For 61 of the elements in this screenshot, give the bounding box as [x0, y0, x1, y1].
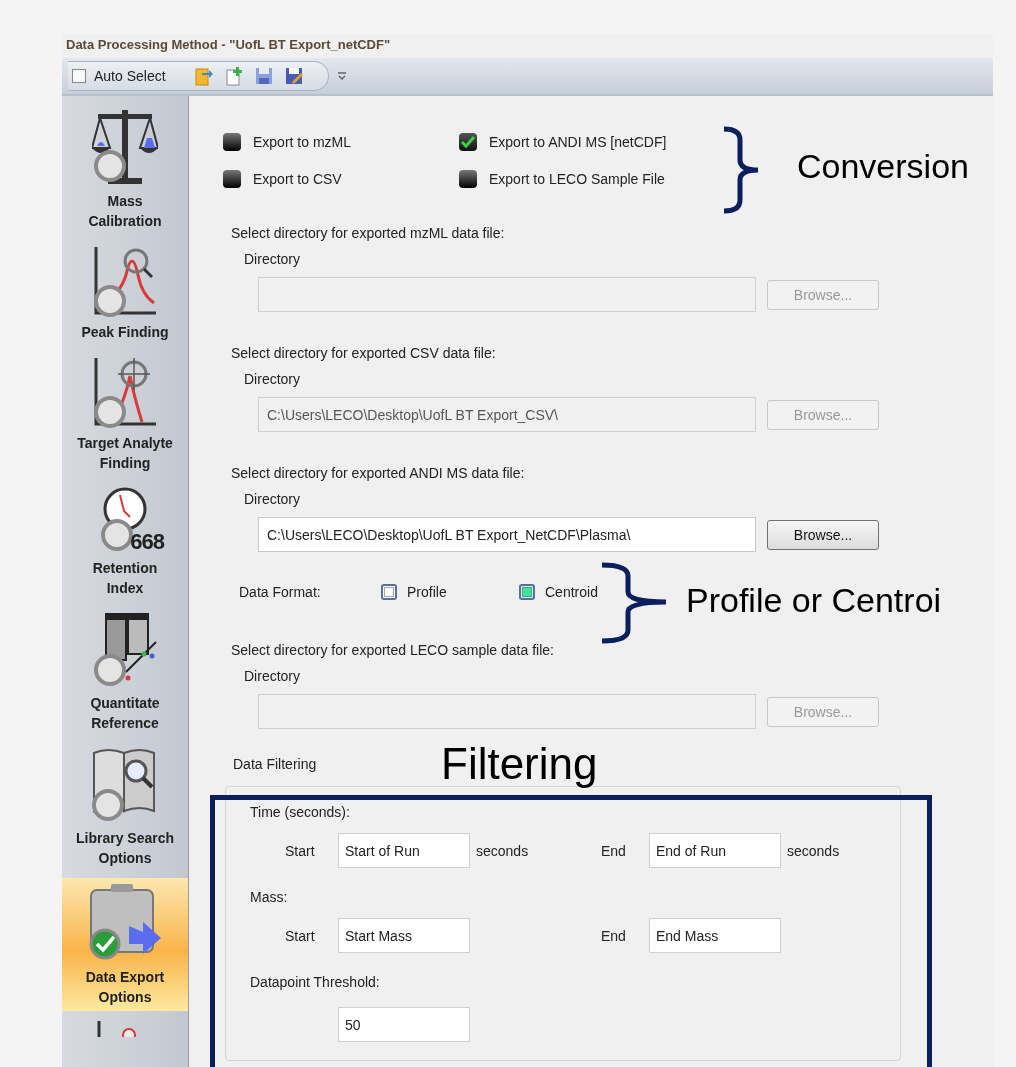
checkbox-label: Export to LECO Sample File: [489, 170, 665, 188]
directory-label: Directory: [244, 250, 301, 268]
folder-arrow-icon[interactable]: [193, 66, 214, 86]
option-label: Profile: [407, 583, 447, 601]
group-label: Time (seconds):: [250, 803, 351, 821]
save-icon[interactable]: [253, 66, 274, 86]
field-label: End: [600, 841, 627, 860]
checkbox-label: Export to mzML: [253, 133, 352, 151]
checkbox-label: Export to ANDI MS [netCDF]: [489, 133, 667, 151]
crosshair-chart-icon: [92, 356, 158, 428]
checkbox[interactable]: [72, 69, 86, 83]
field-label: Start: [284, 841, 316, 860]
directory-field[interactable]: C:\Users\LECO\Desktop\UofL BT Export_NetCDF\Plasma\: [258, 517, 756, 552]
index-number: 668: [130, 532, 164, 552]
option-box[interactable]: [381, 584, 397, 600]
checkbox[interactable]: [223, 133, 241, 151]
browse-button[interactable]: Browse...: [767, 519, 879, 550]
checkbox[interactable]: [223, 170, 241, 188]
data-format-label: Data Format:: [239, 583, 322, 601]
sidebar-item[interactable]: Quantitate Reference: [62, 608, 188, 737]
section-title: Data Filtering: [233, 755, 318, 773]
annotation-label: Profile or Centroi: [686, 580, 942, 621]
section-prompt: Select directory for exported CSV data file:: [231, 344, 497, 362]
group-label: Datapoint Threshold:: [250, 973, 381, 991]
directory-label: Directory: [244, 490, 301, 508]
checkbox-label: Auto Select: [94, 67, 166, 85]
new-document-icon[interactable]: [223, 66, 244, 86]
sidebar-item[interactable]: Peak Finding: [62, 241, 188, 346]
text-field[interactable]: 50: [338, 1007, 470, 1042]
vials-icon: [92, 612, 158, 688]
text-field[interactable]: End of Run: [649, 833, 781, 868]
peak-chart-icon: [92, 245, 158, 317]
checkbox[interactable]: [459, 170, 477, 188]
sidebar-item[interactable]: Library Search Options: [62, 743, 188, 872]
directory-label: Directory: [244, 370, 301, 388]
checkbox-label: Export to CSV: [253, 170, 342, 188]
field-label: End: [600, 926, 627, 945]
text-field[interactable]: End Mass: [649, 918, 781, 953]
annotation-label: Filtering: [441, 738, 598, 790]
group-label: Mass:: [250, 888, 289, 906]
unit-label: seconds: [475, 841, 530, 860]
section-prompt: Select directory for exported mzML data file:: [231, 224, 506, 242]
annotation-label: Conversion: [797, 146, 969, 187]
option-label: Centroid: [545, 583, 598, 601]
overflow-icon[interactable]: [336, 71, 347, 81]
sidebar-item[interactable]: Target Analyte Finding: [62, 352, 188, 477]
directory-label: Directory: [244, 667, 301, 685]
sidebar-item[interactable]: Data Export Options: [62, 878, 188, 1011]
sidebar-item[interactable]: 668 Retention Index: [62, 483, 188, 602]
sidebar-item[interactable]: Mass Calibration: [62, 102, 188, 235]
text-field[interactable]: Start Mass: [338, 918, 470, 953]
section-prompt: Select directory for exported LECO sample data file:: [231, 641, 555, 659]
section-prompt: Select directory for exported ANDI MS data file:: [231, 464, 526, 482]
window-title: Data Processing Method - "UofL BT Export_netCDF": [65, 36, 392, 54]
export-icon: [87, 882, 163, 962]
save-as-icon[interactable]: [283, 66, 304, 86]
unit-label: seconds: [786, 841, 841, 860]
option-box[interactable]: [519, 584, 535, 600]
field-label: Start: [284, 926, 316, 945]
text-field[interactable]: Start of Run: [338, 833, 470, 868]
checkbox[interactable]: [459, 133, 477, 151]
